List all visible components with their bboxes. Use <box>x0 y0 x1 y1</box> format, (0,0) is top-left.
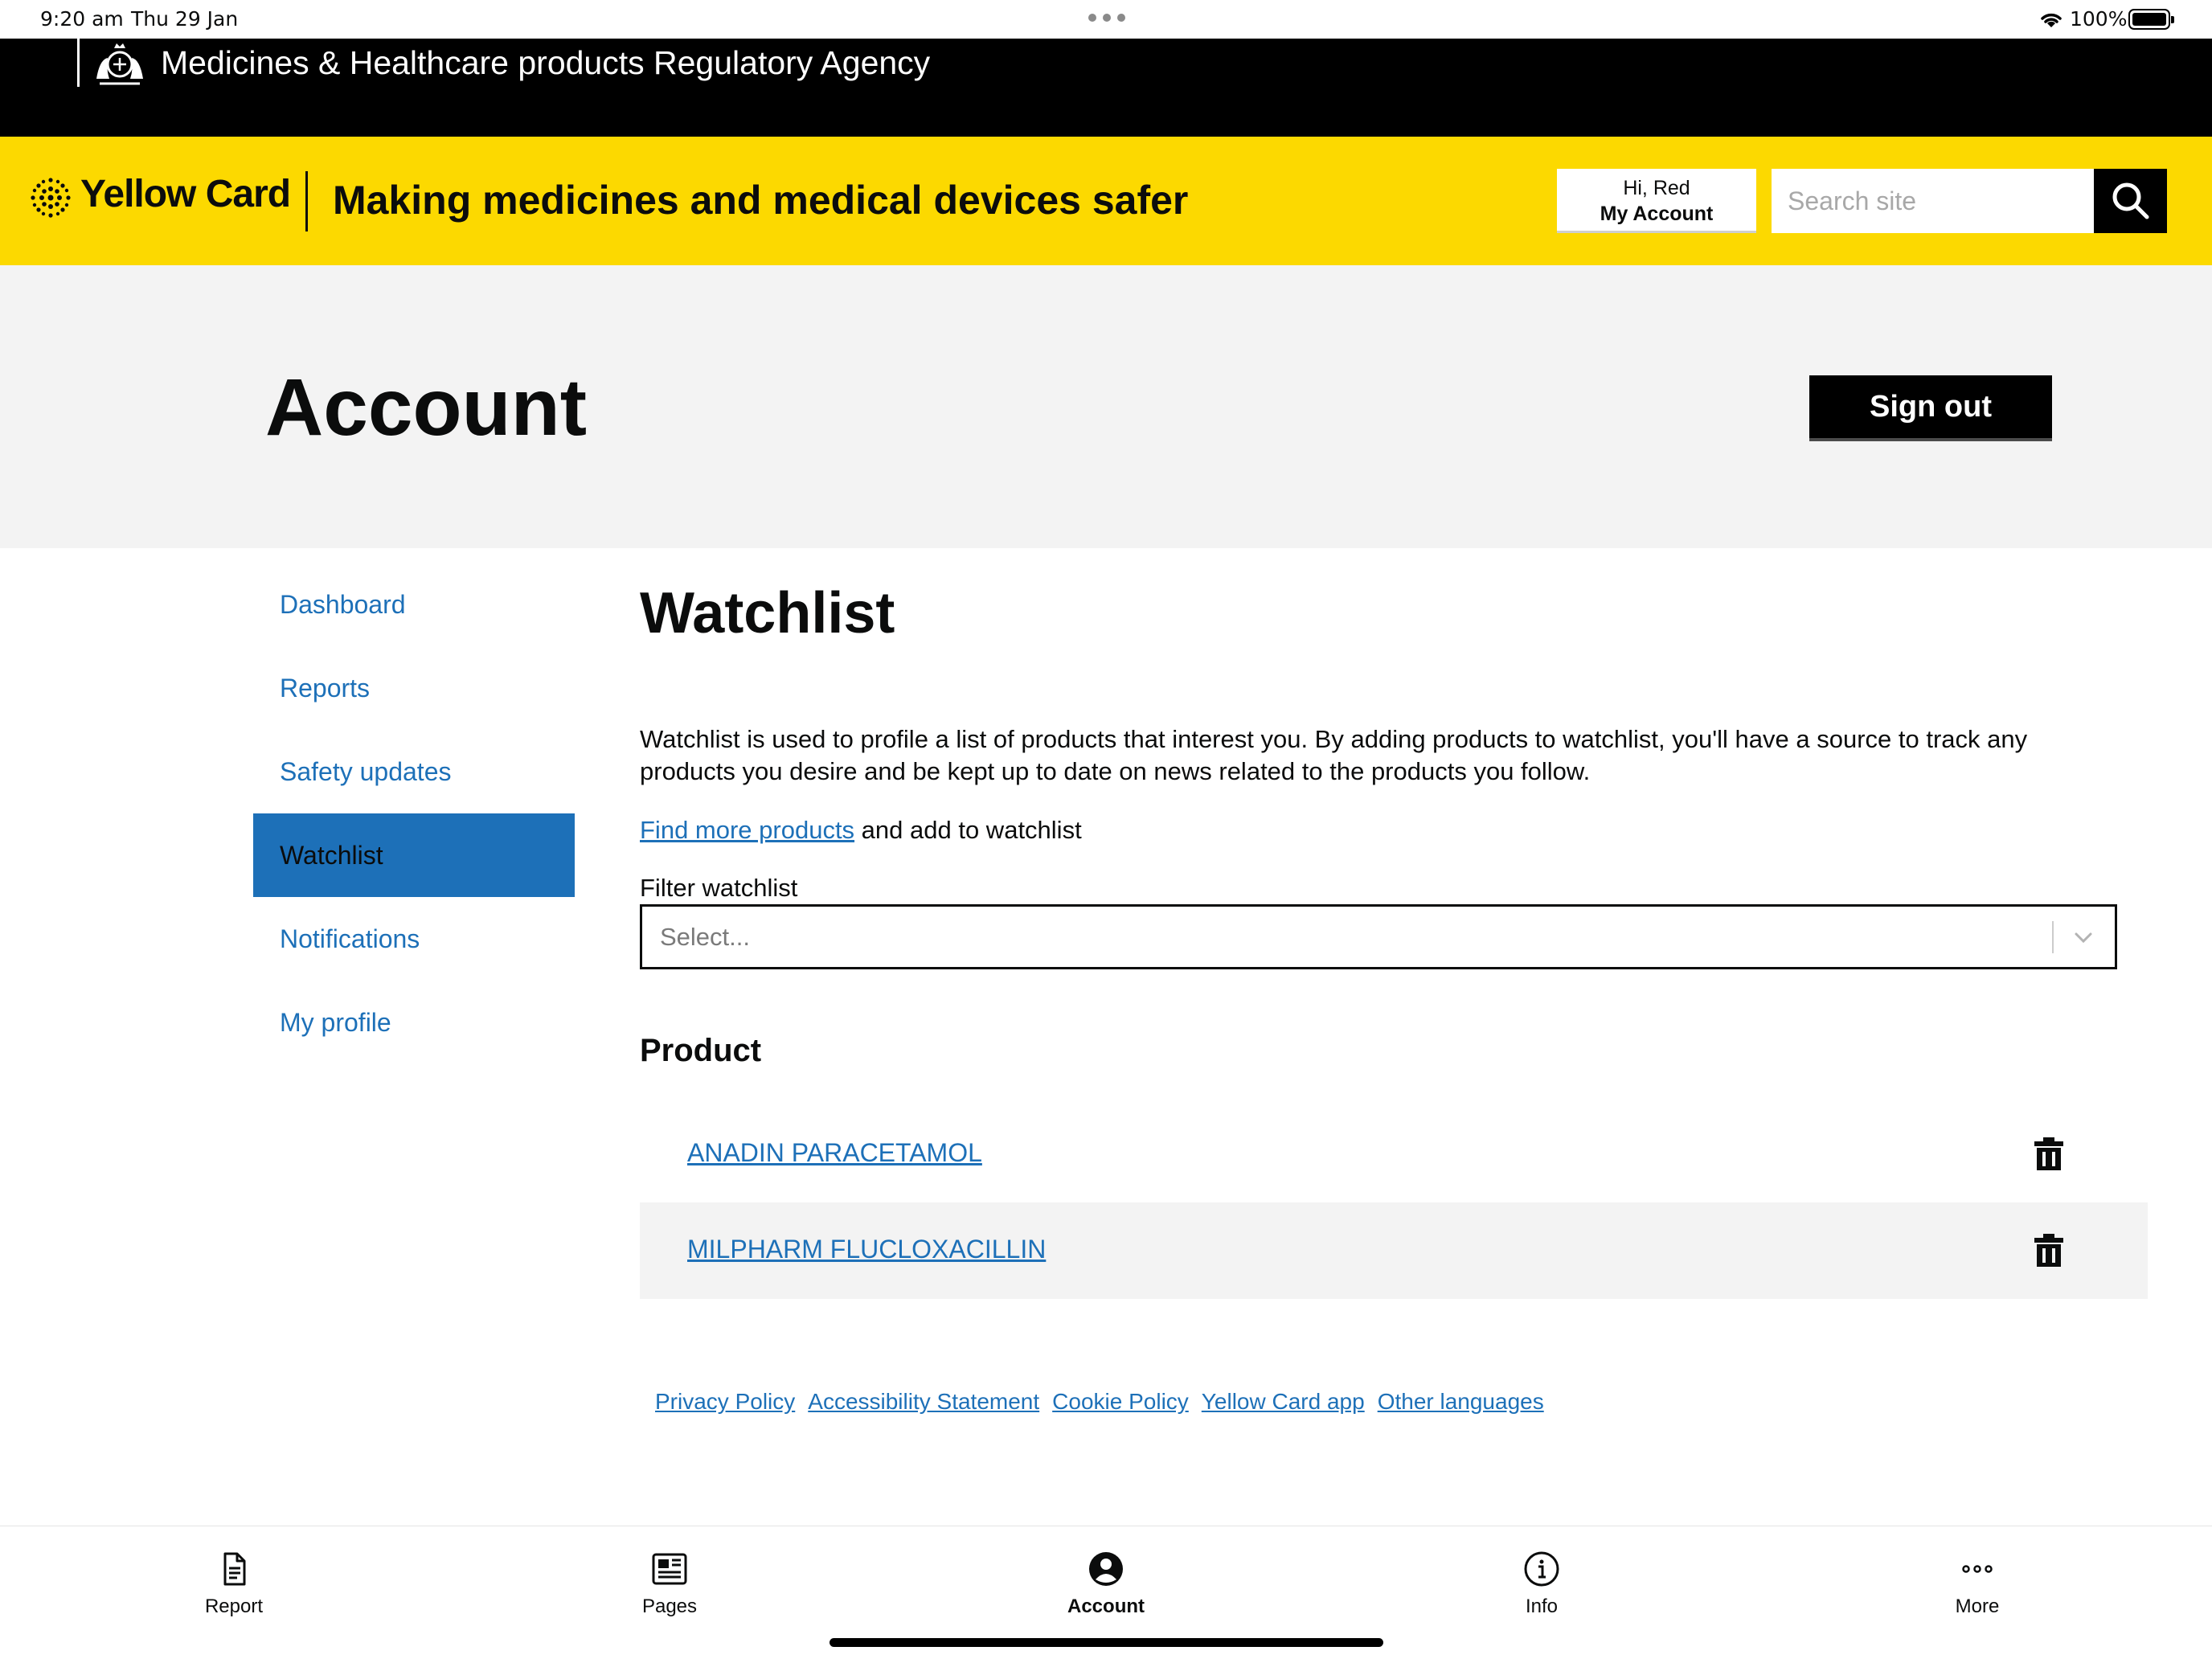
chevron-down-icon <box>2075 932 2092 944</box>
tab-account[interactable]: Account <box>1026 1549 1186 1629</box>
product-link[interactable]: MILPHARM FLUCLOXACILLIN <box>687 1235 1046 1264</box>
royal-crest-icon[interactable] <box>92 40 148 88</box>
tab-info[interactable]: Info <box>1461 1549 1622 1629</box>
search-input[interactable] <box>1772 169 2094 233</box>
other-languages-link[interactable]: Other languages <box>1378 1389 1544 1414</box>
tab-info-label: Info <box>1525 1596 1559 1617</box>
page-title-band: Account Sign out <box>0 265 2212 548</box>
cookie-policy-link[interactable]: Cookie Policy <box>1052 1389 1189 1414</box>
privacy-policy-link[interactable]: Privacy Policy <box>655 1389 795 1414</box>
footer-links: Privacy Policy Accessibility Statement Coo… <box>655 1389 1557 1415</box>
document-icon <box>223 1552 246 1586</box>
status-bar: 9:20 am Thu 29 Jan 100% <box>0 0 2212 39</box>
yellow-card-logo[interactable]: Yellow Card <box>80 172 291 216</box>
account-sidebar-nav: Dashboard Reports Safety updates Watchli… <box>253 563 575 1064</box>
newspaper-icon <box>652 1553 687 1585</box>
status-time: 9:20 am <box>40 7 124 31</box>
header-divider <box>305 171 308 231</box>
tab-account-label: Account <box>1067 1596 1145 1617</box>
tab-report[interactable]: Report <box>154 1549 314 1629</box>
watchlist-product-list: ANADIN PARACETAMOL MILPHARM FLUCLOXACILL… <box>640 1106 2148 1299</box>
info-icon <box>1524 1551 1559 1587</box>
agency-name[interactable]: Medicines & Healthcare products Regulato… <box>161 43 930 83</box>
find-products-suffix: and add to watchlist <box>854 816 1082 844</box>
sidebar-item-watchlist[interactable]: Watchlist <box>253 813 575 897</box>
watchlist-intro: Watchlist is used to profile a list of p… <box>640 725 2028 785</box>
sidebar-item-dashboard[interactable]: Dashboard <box>253 563 575 646</box>
agency-bar: Medicines & Healthcare products Regulato… <box>0 39 2212 137</box>
filter-watchlist-select[interactable]: Select... <box>640 904 2117 969</box>
filter-placeholder: Select... <box>660 923 750 951</box>
battery-percentage: 100% <box>2070 7 2128 31</box>
tab-pages[interactable]: Pages <box>589 1549 750 1629</box>
sidebar-item-reports[interactable]: Reports <box>253 646 575 730</box>
tab-pages-label: Pages <box>641 1596 698 1617</box>
sidebar-item-safety-updates[interactable]: Safety updates <box>253 730 575 813</box>
site-header: Yellow Card Making medicines and medical… <box>0 137 2212 265</box>
battery-icon <box>2128 9 2174 30</box>
sidebar-item-notifications[interactable]: Notifications <box>253 897 575 981</box>
tab-more[interactable]: More <box>1897 1549 2058 1629</box>
trash-icon[interactable] <box>2033 1233 2065 1268</box>
ellipsis-icon <box>1962 1565 1993 1573</box>
sidebar-item-my-profile[interactable]: My profile <box>253 981 575 1064</box>
my-account-button[interactable]: Hi, Red My Account <box>1557 169 1756 233</box>
account-label: My Account <box>1600 203 1714 225</box>
product-column-heading: Product <box>640 1033 762 1068</box>
status-date: Thu 29 Jan <box>131 7 239 31</box>
page-title: Account <box>265 363 587 453</box>
site-tagline: Making medicines and medical devices saf… <box>333 178 1189 223</box>
filter-watchlist-label: Filter watchlist <box>640 874 798 902</box>
home-indicator[interactable] <box>830 1638 1383 1647</box>
multitasking-dots-icon[interactable] <box>1088 14 1125 22</box>
watchlist-heading: Watchlist <box>640 581 895 645</box>
person-circle-icon <box>1089 1552 1123 1586</box>
tab-report-label: Report <box>204 1596 264 1617</box>
accessibility-statement-link[interactable]: Accessibility Statement <box>808 1389 1039 1414</box>
account-greeting: Hi, Red <box>1623 177 1690 199</box>
search-button[interactable] <box>2094 169 2167 233</box>
yellow-card-logo-icon[interactable] <box>27 174 74 221</box>
product-row: MILPHARM FLUCLOXACILLIN <box>640 1202 2148 1299</box>
wifi-icon <box>2041 13 2062 27</box>
find-more-products-link[interactable]: Find more products <box>640 816 854 844</box>
select-separator <box>2052 921 2054 953</box>
trash-icon[interactable] <box>2033 1137 2065 1172</box>
find-products-line: Find more products and add to watchlist <box>640 814 1082 846</box>
yellow-card-app-link[interactable]: Yellow Card app <box>1202 1389 1365 1414</box>
tab-more-label: More <box>1955 1596 2000 1617</box>
search-icon <box>2112 182 2149 219</box>
sign-out-button[interactable]: Sign out <box>1809 375 2052 441</box>
agency-rule <box>77 39 80 87</box>
product-row: ANADIN PARACETAMOL <box>640 1106 2148 1202</box>
product-link[interactable]: ANADIN PARACETAMOL <box>687 1138 982 1168</box>
